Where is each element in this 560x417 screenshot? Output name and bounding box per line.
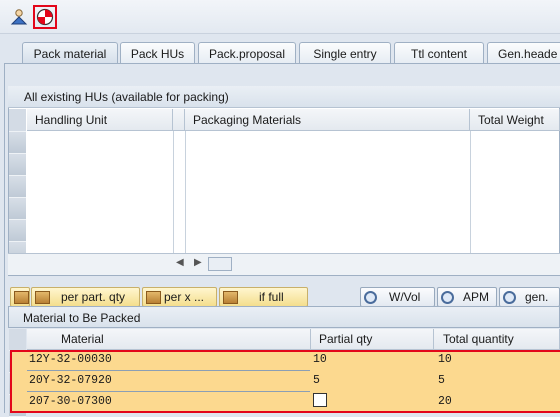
total-qty-cell: 10	[438, 353, 452, 366]
box-icon	[223, 291, 238, 305]
scroll-right-icon[interactable]: ▶	[194, 257, 202, 268]
button-label: gen.	[525, 290, 549, 304]
button-label: W/Vol	[389, 290, 421, 304]
partial-qty-cell[interactable]	[310, 392, 434, 412]
hu-table-title: All existing HUs (available for packing)	[8, 86, 560, 108]
magnifier-icon	[364, 291, 377, 305]
target-icon[interactable]	[33, 5, 57, 29]
partial-qty-cell[interactable]: 5	[310, 371, 434, 391]
row-selector[interactable]	[9, 132, 26, 154]
pack-if-full-button[interactable]: if full	[219, 287, 308, 307]
col-total-quantity[interactable]: Total quantity	[434, 329, 560, 350]
box-icon	[35, 291, 50, 305]
tab-pack-hus[interactable]: Pack HUs	[120, 42, 195, 64]
scroll-thumb[interactable]	[208, 257, 232, 271]
row-selector-column	[9, 109, 26, 264]
material-cell[interactable]: 20Y-32-07920	[26, 371, 311, 391]
tab-gen-header[interactable]: Gen.heade	[487, 42, 560, 64]
tab-label: Pack material	[33, 47, 107, 61]
col-packaging-materials[interactable]: Packaging Materials	[185, 109, 470, 131]
gen-button[interactable]: gen.	[499, 287, 560, 307]
tab-pack-material[interactable]: Pack material	[22, 42, 118, 64]
application-toolbar	[0, 0, 560, 34]
box-icon	[14, 291, 29, 305]
row-selector[interactable]	[9, 176, 26, 198]
pack-per-part-qty-button[interactable]: per part. qty	[31, 287, 140, 307]
column-divider	[173, 131, 174, 253]
select-all-cell[interactable]	[9, 329, 26, 351]
col-spacer	[173, 109, 185, 131]
button-label: APM	[463, 290, 490, 304]
material-table-title: Material to Be Packed	[8, 306, 560, 328]
tab-single-entry[interactable]: Single entry	[299, 42, 391, 64]
tab-ttl-content[interactable]: Ttl content	[394, 42, 484, 64]
pack-button[interactable]	[10, 287, 30, 307]
tab-label: Gen.heade	[498, 47, 558, 61]
tab-label: Pack HUs	[130, 47, 185, 61]
total-qty-cell: 20	[438, 395, 452, 408]
tab-label: Pack.proposal	[208, 47, 286, 61]
search-help-icon[interactable]	[313, 393, 327, 407]
column-divider	[470, 131, 471, 253]
tab-pack-proposal[interactable]: Pack.proposal	[198, 42, 296, 64]
total-qty-cell: 5	[438, 374, 445, 387]
pack-per-x-button[interactable]: per x ...	[142, 287, 217, 307]
magnifier-icon	[503, 291, 516, 305]
col-handling-unit[interactable]: Handling Unit	[27, 109, 173, 131]
apm-button[interactable]: APM	[437, 287, 497, 307]
col-material[interactable]: Material	[27, 329, 311, 350]
row-selector[interactable]	[9, 198, 26, 220]
column-divider	[185, 131, 186, 253]
box-icon	[146, 291, 161, 305]
material-cell[interactable]: 12Y-32-00030	[26, 350, 311, 370]
material-cell[interactable]: 207-30-07300	[26, 392, 311, 412]
w-vol-button[interactable]: W/Vol	[360, 287, 435, 307]
person-icon[interactable]	[10, 8, 28, 26]
col-total-weight[interactable]: Total Weight	[470, 109, 560, 131]
button-label: if full	[259, 290, 284, 304]
row-selector[interactable]	[9, 154, 26, 176]
button-label: per part. qty	[61, 290, 126, 304]
partial-qty-cell[interactable]: 10	[310, 350, 434, 370]
select-all-cell[interactable]	[9, 109, 26, 132]
horizontal-scrollbar[interactable]: ◀ ▶	[8, 253, 560, 275]
row-selector[interactable]	[9, 220, 26, 242]
tab-label: Ttl content	[410, 47, 468, 61]
button-label: per x ...	[164, 290, 205, 304]
tab-label: Single entry	[313, 47, 377, 61]
col-partial-qty[interactable]: Partial qty	[311, 329, 434, 350]
scroll-left-icon[interactable]: ◀	[176, 257, 184, 268]
magnifier-icon	[441, 291, 454, 305]
